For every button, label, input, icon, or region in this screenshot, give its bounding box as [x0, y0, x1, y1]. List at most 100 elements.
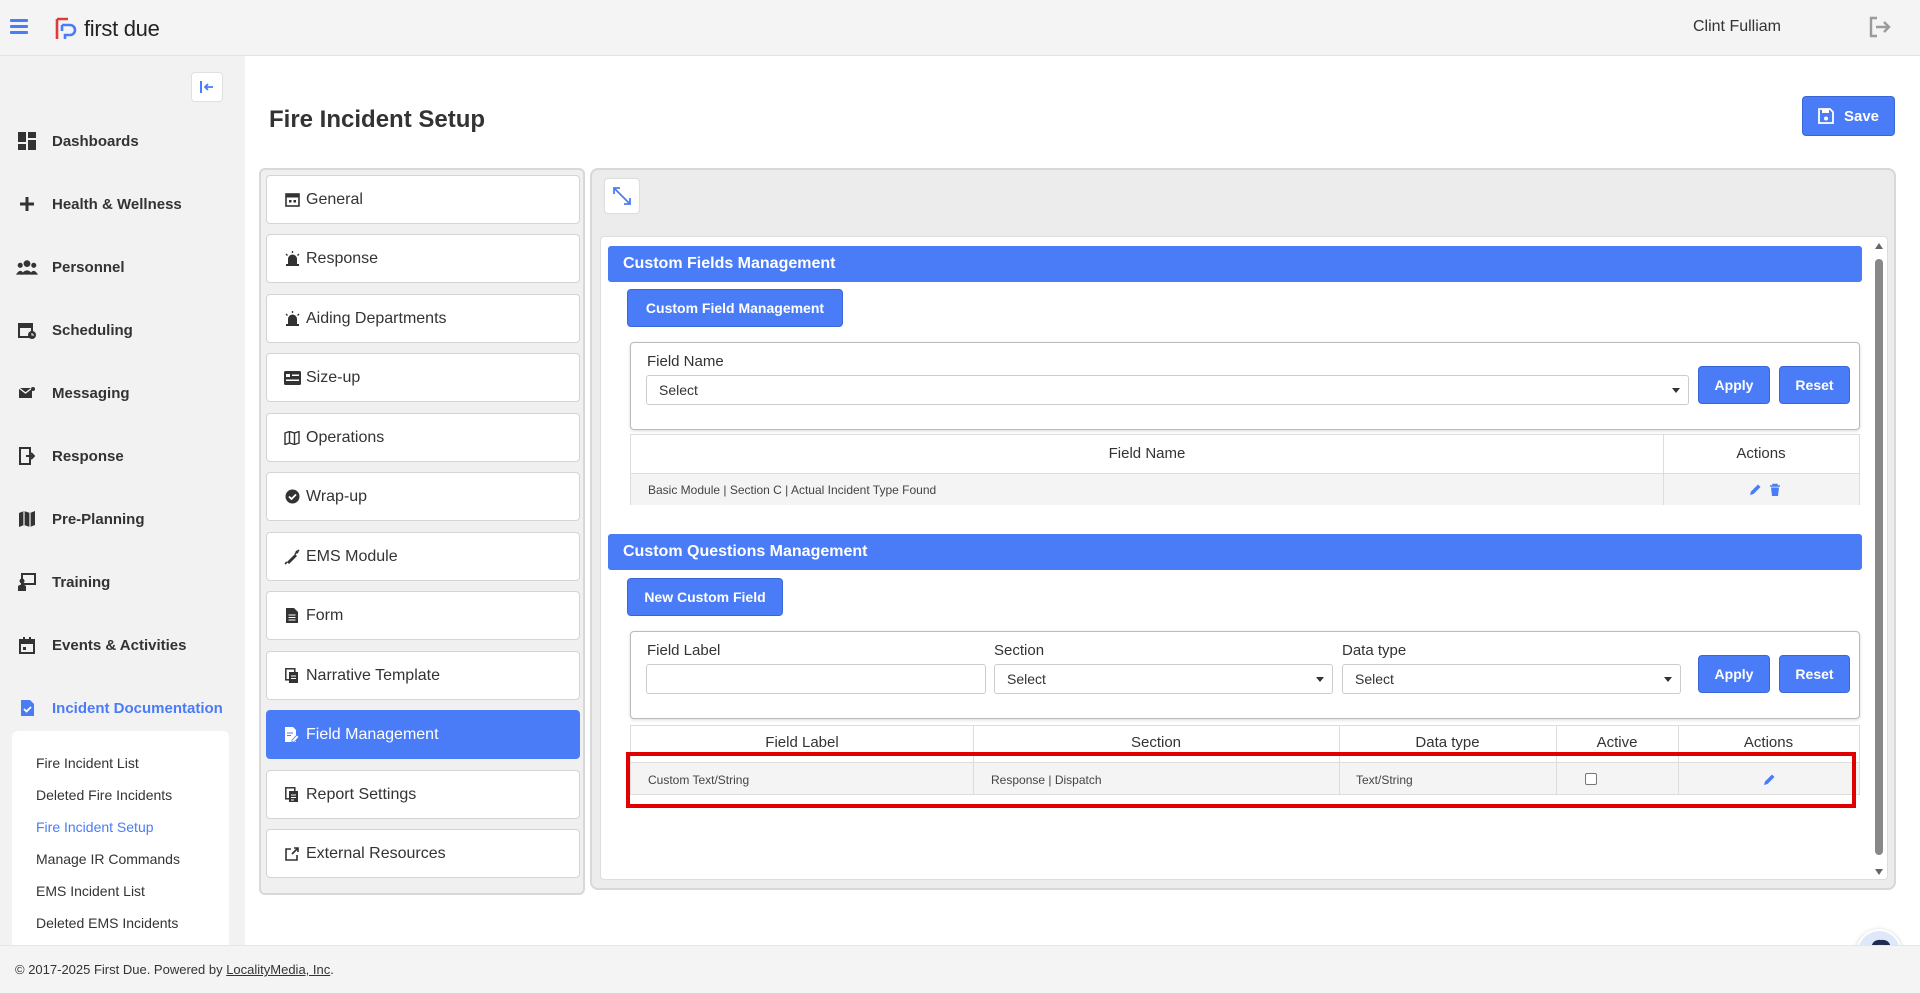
custom-fields-reset-button[interactable]: Reset: [1779, 366, 1850, 404]
sidebar-item-label: Messaging: [52, 384, 130, 402]
field-name-select-value: Select: [659, 382, 698, 398]
subnav-deleted-fire-incidents[interactable]: Deleted Fire Incidents: [36, 787, 172, 803]
user-name[interactable]: Clint Fulliam: [1693, 18, 1781, 36]
sidebar-item-pre-planning[interactable]: Pre-Planning: [0, 499, 245, 539]
footer: © 2017-2025 First Due. Powered by Locali…: [0, 945, 1920, 993]
floppy-disk-icon: [1818, 108, 1834, 124]
edit-pencil-icon[interactable]: [1762, 773, 1776, 787]
setup-item-label: Aiding Departments: [306, 309, 447, 327]
setup-item-label: Size-up: [306, 368, 361, 386]
check-circle-icon: [283, 488, 301, 506]
field-name-select[interactable]: Select: [646, 375, 1689, 405]
scrollbar[interactable]: [1871, 237, 1887, 879]
expand-icon: [613, 187, 631, 205]
section-select[interactable]: Select: [994, 664, 1333, 694]
active-checkbox[interactable]: [1585, 773, 1597, 785]
calendar-icon: [283, 191, 301, 209]
custom-questions-filter: Field Label Section Select Data type Sel…: [630, 631, 1860, 719]
top-bar: first due Clint Fulliam: [0, 0, 1920, 56]
setup-item-external-resources[interactable]: External Resources: [266, 829, 580, 878]
setup-item-aiding-departments[interactable]: Aiding Departments: [266, 294, 580, 343]
subnav-ems-incident-list[interactable]: EMS Incident List: [36, 883, 145, 899]
sidebar-item-events-activities[interactable]: Events & Activities: [0, 625, 245, 665]
setup-item-form[interactable]: Form: [266, 591, 580, 640]
siren-icon: [283, 310, 301, 328]
plus-icon: [16, 193, 38, 215]
custom-fields-apply-button[interactable]: Apply: [1698, 366, 1770, 404]
scroll-up-icon[interactable]: [1875, 243, 1883, 249]
data-type-label: Data type: [1342, 642, 1407, 659]
field-name-cell: Basic Module | Section C | Actual Incide…: [648, 483, 937, 497]
section-cell: Response | Dispatch: [991, 773, 1102, 787]
field-management-content: Custom Fields Management Custom Field Ma…: [600, 236, 1888, 880]
copy-file-icon: [283, 667, 301, 685]
subnav-fire-incident-list[interactable]: Fire Incident List: [36, 755, 139, 771]
sidebar-item-incident-documentation[interactable]: Incident Documentation: [0, 688, 245, 728]
column-header-field-name: Field Name: [1108, 445, 1186, 462]
setup-item-general[interactable]: General: [266, 175, 580, 224]
sidebar-item-scheduling[interactable]: Scheduling: [0, 310, 245, 350]
external-link-icon: [283, 845, 301, 863]
column-header-actions: Actions: [1743, 734, 1794, 751]
field-label-cell: Custom Text/String: [648, 773, 750, 787]
sidebar-item-label: Scheduling: [52, 321, 133, 339]
logout-icon[interactable]: [1868, 16, 1892, 38]
sidebar-item-label: Response: [52, 447, 124, 465]
setup-menu: General Response Aiding Departments Size…: [259, 168, 585, 895]
subnav-deleted-ems-incidents[interactable]: Deleted EMS Incidents: [36, 915, 178, 931]
custom-fields-header: Custom Fields Management: [608, 246, 1862, 282]
file-text-icon: [283, 607, 301, 625]
page-title: Fire Incident Setup: [269, 106, 486, 133]
setup-item-operations[interactable]: Operations: [266, 413, 580, 462]
sidebar-item-training[interactable]: Training: [0, 562, 245, 602]
sidebar-item-messaging[interactable]: Messaging: [0, 373, 245, 413]
setup-item-response[interactable]: Response: [266, 234, 580, 283]
setup-item-size-up[interactable]: Size-up: [266, 353, 580, 402]
scroll-down-icon[interactable]: [1875, 869, 1883, 875]
field-label-input[interactable]: [646, 664, 986, 694]
map-icon: [283, 429, 301, 447]
calendar-clock-icon: [16, 319, 38, 341]
field-name-label: Field Name: [647, 353, 724, 370]
save-button[interactable]: Save: [1802, 96, 1895, 136]
custom-questions-apply-button[interactable]: Apply: [1698, 655, 1770, 693]
first-due-logo-icon: [55, 17, 77, 39]
setup-item-label: General: [306, 190, 363, 208]
edit-pencil-icon[interactable]: [1748, 483, 1762, 497]
scrollbar-thumb[interactable]: [1875, 259, 1883, 855]
column-header-data-type: Data type: [1415, 734, 1480, 751]
sidebar-item-dashboards[interactable]: Dashboards: [0, 121, 245, 161]
sidebar-item-health-wellness[interactable]: Health & Wellness: [0, 184, 245, 224]
setup-item-report-settings[interactable]: Report Settings: [266, 770, 580, 819]
footer-link-localitymedia[interactable]: LocalityMedia, Inc: [226, 962, 330, 977]
sidebar-item-personnel[interactable]: Personnel: [0, 247, 245, 287]
sidebar: Dashboards Health & Wellness Personnel S…: [0, 56, 245, 945]
footer-copyright: © 2017-2025 First Due. Powered by Locali…: [15, 962, 334, 977]
setup-item-field-management[interactable]: Field Management: [266, 710, 580, 759]
expand-panel-button[interactable]: [604, 178, 640, 214]
sidebar-item-response[interactable]: Response: [0, 436, 245, 476]
data-type-select[interactable]: Select: [1342, 664, 1681, 694]
custom-fields-filter: Field Name Select Apply Reset: [630, 342, 1860, 430]
logo[interactable]: first due: [54, 16, 160, 42]
delete-trash-icon[interactable]: [1768, 483, 1782, 497]
sidebar-item-label: Personnel: [52, 258, 125, 276]
column-header-active: Active: [1596, 734, 1638, 751]
id-card-icon: [283, 369, 301, 387]
setup-item-wrap-up[interactable]: Wrap-up: [266, 472, 580, 521]
custom-questions-reset-button[interactable]: Reset: [1779, 655, 1850, 693]
setup-item-narrative-template[interactable]: Narrative Template: [266, 651, 580, 700]
collapse-sidebar-button[interactable]: [191, 72, 223, 102]
menu-icon[interactable]: [10, 19, 28, 35]
column-header-section: Section: [1130, 734, 1182, 751]
subnav-manage-ir-commands[interactable]: Manage IR Commands: [36, 851, 180, 867]
syringe-icon: [283, 548, 301, 566]
setup-item-ems-module[interactable]: EMS Module: [266, 532, 580, 581]
subnav-fire-incident-setup[interactable]: Fire Incident Setup: [36, 819, 154, 835]
new-custom-field-button[interactable]: New Custom Field: [627, 578, 783, 616]
collapse-left-icon: [200, 81, 213, 93]
column-header-field-label: Field Label: [765, 734, 839, 751]
custom-field-management-button[interactable]: Custom Field Management: [627, 289, 843, 327]
custom-questions-header: Custom Questions Management: [608, 534, 1862, 570]
section-label: Section: [994, 642, 1045, 659]
